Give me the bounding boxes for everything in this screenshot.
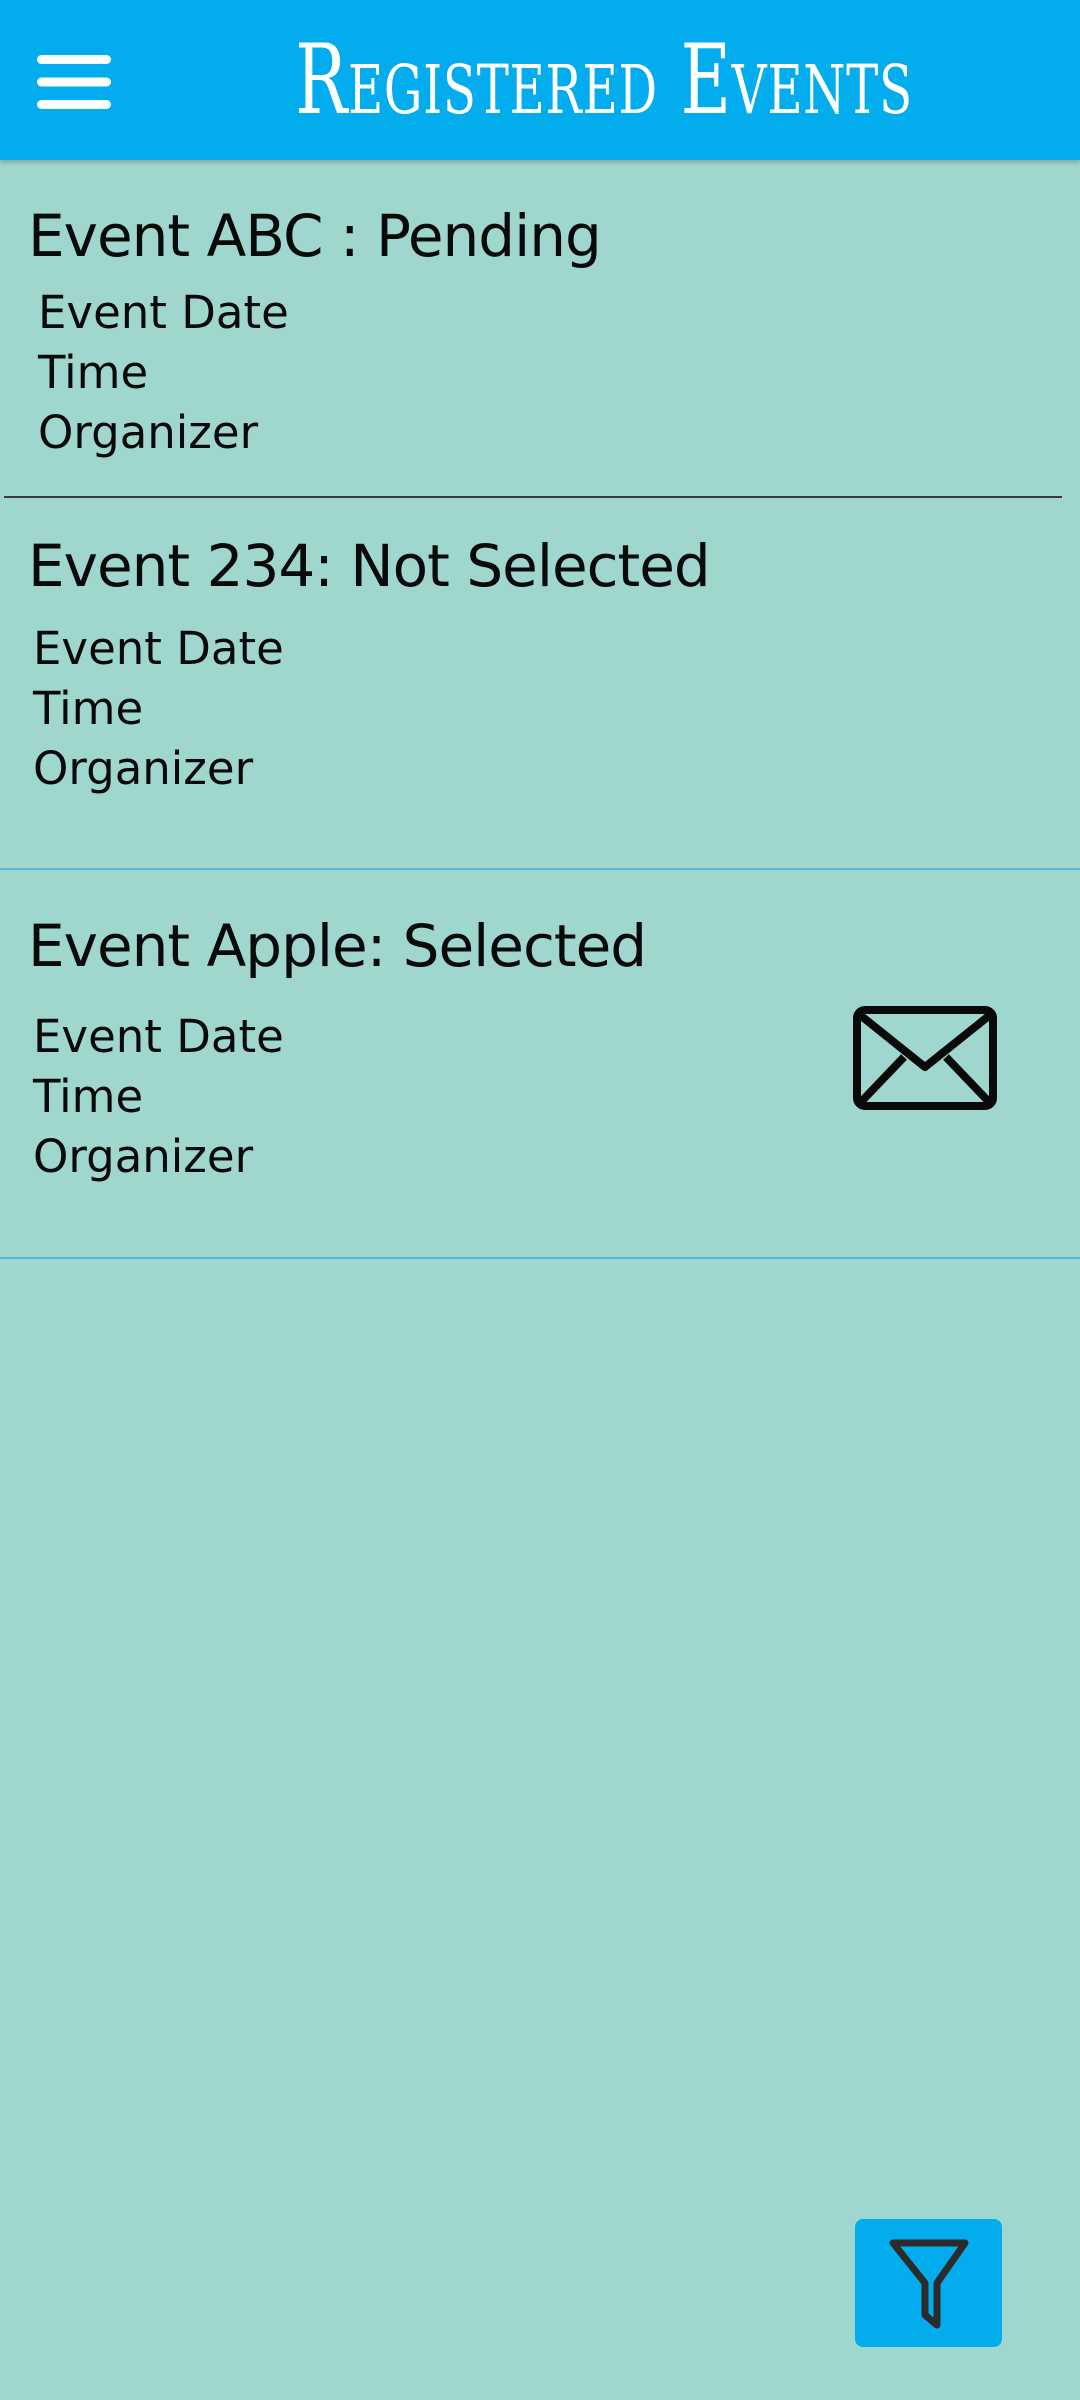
list-divider — [0, 1257, 1080, 1259]
event-time-label: Time — [38, 346, 149, 399]
hamburger-menu-icon — [37, 55, 111, 109]
event-organizer-label: Organizer — [33, 742, 254, 795]
event-time-label: Time — [33, 1070, 144, 1123]
event-date-label: Event Date — [33, 622, 284, 675]
app-header: Registered Events — [0, 0, 1080, 160]
event-organizer-label: Organizer — [38, 406, 259, 459]
event-name: Event Apple: Selected — [28, 912, 647, 980]
event-item[interactable]: Event ABC : Pending Event Date Time Orga… — [0, 160, 1080, 497]
event-name: Event 234: Not Selected — [28, 532, 711, 600]
event-organizer-label: Organizer — [33, 1130, 254, 1183]
message-button[interactable] — [852, 1005, 998, 1117]
event-date-label: Event Date — [33, 1010, 284, 1063]
filter-icon — [889, 2239, 968, 2329]
filter-button[interactable] — [855, 2219, 1002, 2347]
page-title: Registered Events — [295, 24, 913, 136]
event-time-label: Time — [33, 682, 144, 735]
event-name: Event ABC : Pending — [28, 202, 602, 270]
menu-button[interactable] — [22, 30, 126, 134]
envelope-icon — [853, 1006, 997, 1110]
event-date-label: Event Date — [38, 286, 289, 339]
event-item[interactable]: Event 234: Not Selected Event Date Time … — [0, 498, 1080, 868]
